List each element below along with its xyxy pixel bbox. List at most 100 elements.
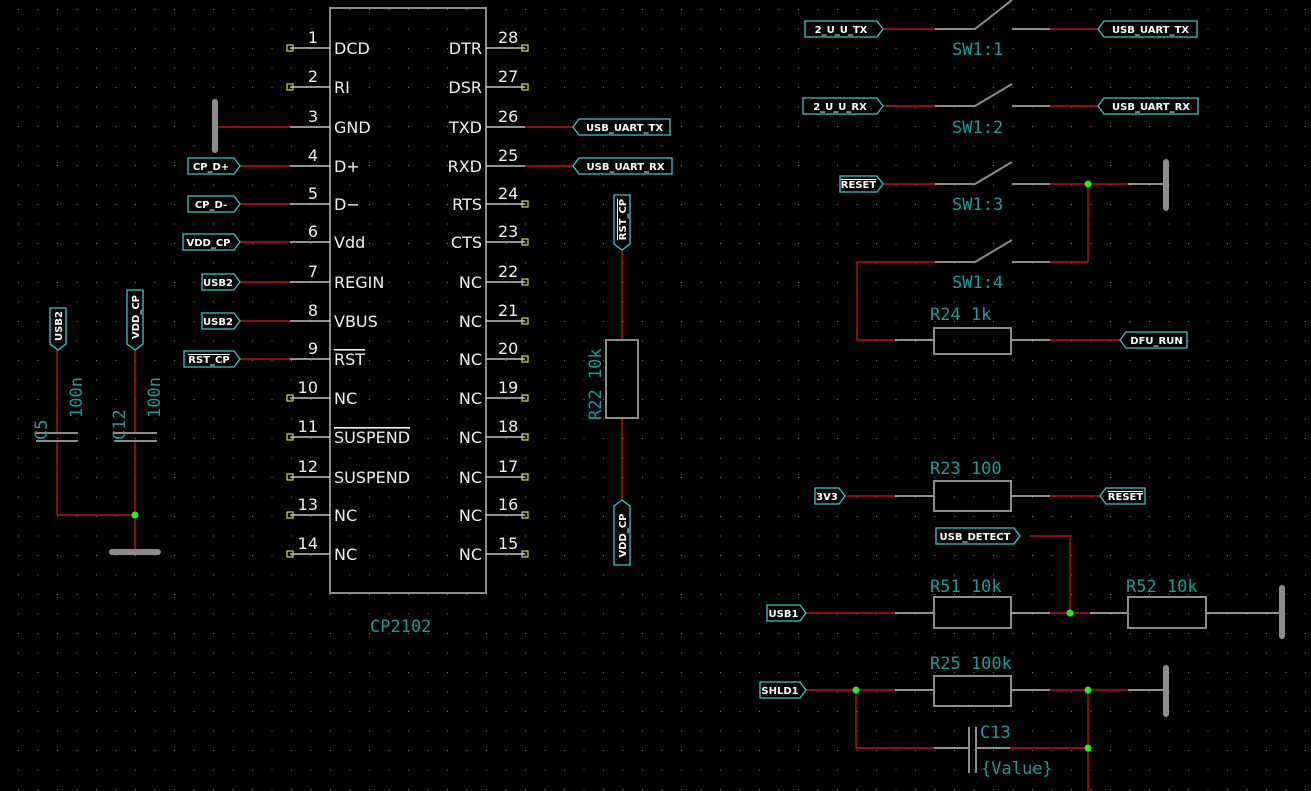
pin-number: 14 — [298, 534, 318, 553]
r51-ref: R51 10k — [930, 577, 1002, 597]
ic-name: CP2102 — [370, 617, 431, 637]
pin-name: D− — [334, 195, 360, 214]
pin-number: 25 — [498, 146, 518, 165]
net-label-text: RST_CP — [188, 355, 229, 366]
net-label-text: USB_UART_TX — [586, 123, 663, 134]
net-label-usb1[interactable]: USB1 — [766, 604, 807, 622]
pin-number: 28 — [498, 28, 518, 47]
pin-name: RST — [334, 350, 365, 369]
net-label-vdd-cp-pin6[interactable]: VDD_CP — [182, 233, 241, 251]
c5-ref: C5 — [32, 420, 52, 440]
pin-name: DCD — [334, 39, 370, 58]
pin-number: 16 — [498, 495, 518, 514]
pin-number: 20 — [498, 339, 518, 358]
r23-ref: R23 100 — [930, 459, 1002, 479]
pin-name: NC — [334, 545, 357, 564]
net-label-text: VDD_CP — [131, 295, 142, 339]
pin-name: NC — [334, 389, 357, 408]
pin-number: 4 — [308, 146, 318, 165]
net-label-usb-uart-rx-pin25[interactable]: USB_UART_RX — [572, 157, 673, 175]
net-label-sw2-in-rx[interactable]: 2_U_U_RX — [802, 97, 884, 115]
pin-number: 6 — [308, 222, 318, 241]
pin-name: REGIN — [334, 273, 384, 292]
pin-name: DSR — [448, 78, 482, 97]
pin-name: NC — [459, 389, 482, 408]
net-label-text: USB2 — [203, 278, 233, 289]
pin-number: 7 — [308, 262, 318, 281]
pin-number: 1 — [308, 28, 318, 47]
sw1-4-ref: SW1:4 — [952, 273, 1003, 293]
net-label-v3v3[interactable]: 3V3 — [814, 487, 846, 505]
pin-name: TXD — [448, 118, 482, 137]
pin-name: GND — [334, 118, 371, 137]
net-label-usb2-pin7[interactable]: USB2 — [201, 273, 241, 291]
net-label-text: USB_DETECT — [940, 532, 1011, 543]
net-label-usb-uart-tx-pin26[interactable]: USB_UART_TX — [572, 118, 671, 136]
net-label-cp-d-minus[interactable]: CP_D- — [187, 195, 241, 213]
pin-name: NC — [459, 545, 482, 564]
net-label-text: 3V3 — [816, 492, 838, 503]
net-label-rst-cp-pin9[interactable]: RST_CP — [183, 350, 241, 368]
pin-number: 22 — [498, 262, 518, 281]
pin-name: Vdd — [334, 233, 365, 252]
c12-ref: C12 — [110, 409, 130, 440]
net-label-text: USB2 — [54, 311, 65, 341]
r25-ref: R25 100k — [930, 654, 1012, 674]
pin-name: RXD — [448, 157, 482, 176]
junction — [1084, 686, 1092, 694]
net-label-usb-detect[interactable]: USB_DETECT — [935, 527, 1021, 545]
net-label-text: DFU_RUN — [1130, 336, 1182, 347]
net-label-text: CP_D- — [195, 200, 227, 211]
net-label-vdd-cp-r22[interactable]: VDD_CP — [613, 499, 631, 566]
pin-name: NC — [459, 312, 482, 331]
net-label-shld1[interactable]: SHLD1 — [759, 681, 807, 699]
c13-value: {Value} — [981, 759, 1053, 779]
net-label-text: SHLD1 — [761, 686, 798, 697]
pin-number: 23 — [498, 222, 518, 241]
pin-number: 11 — [298, 417, 318, 436]
schematic-canvas[interactable]: 1 DCD 2 RI 3 GND 4 D+ 5 D− 6 Vdd 7 REGIN 8 VBUS 9 RST 10 NC… — [0, 0, 1311, 791]
net-label-rst-cp-r22[interactable]: RST_CP — [613, 194, 631, 251]
net-label-text: RESET — [1108, 492, 1144, 503]
pin-number: 13 — [298, 495, 318, 514]
c5-value: 100n — [67, 377, 87, 418]
net-label-cp-d-plus[interactable]: CP_D+ — [187, 157, 241, 175]
pin-name: RTS — [452, 195, 482, 214]
pin-name: NC — [459, 468, 482, 487]
net-label-text: USB_UART_RX — [1112, 102, 1190, 113]
pin-name: NC — [334, 506, 357, 525]
net-label-sw1-in-tx[interactable]: 2_U_U_TX — [804, 20, 884, 38]
net-label-dfu-run[interactable]: DFU_RUN — [1119, 331, 1188, 349]
net-label-text: VDD_CP — [618, 513, 629, 557]
junction — [1066, 609, 1074, 617]
pin-number: 9 — [308, 339, 318, 358]
net-label-vdd-cp-c12[interactable]: VDD_CP — [126, 289, 144, 351]
net-label-sw2-out-rx[interactable]: USB_UART_RX — [1097, 97, 1199, 115]
net-label-usb2-pin8[interactable]: USB2 — [201, 312, 241, 330]
pin-number: 8 — [308, 301, 318, 320]
net-label-text: USB1 — [769, 609, 799, 620]
net-label-reset-sw3[interactable]: RESET — [839, 175, 884, 193]
net-label-sw1-out-tx[interactable]: USB_UART_TX — [1097, 20, 1198, 38]
pin-number: 19 — [498, 378, 518, 397]
r52-ref: R52 10k — [1126, 577, 1198, 597]
net-label-reset-r23[interactable]: RESET — [1099, 487, 1146, 505]
pin-number: 5 — [308, 184, 318, 203]
net-label-text: USB2 — [203, 317, 233, 328]
net-label-text: USB_UART_RX — [587, 162, 665, 173]
pin-number: 12 — [298, 457, 318, 476]
sw1-2-ref: SW1:2 — [952, 118, 1003, 138]
pin-name: DTR — [449, 39, 482, 58]
pin-name: VBUS — [334, 312, 378, 331]
net-label-text: CP_D+ — [193, 162, 229, 173]
r22-ref-value: R22 10k — [586, 348, 606, 420]
pin-number: 26 — [498, 107, 518, 126]
junction — [852, 686, 860, 694]
net-label-usb2-c5[interactable]: USB2 — [49, 307, 67, 351]
pin-name: D+ — [334, 157, 360, 176]
pin-name: RI — [334, 78, 350, 97]
pin-name: SUSPEND — [334, 428, 410, 447]
pin-name: NC — [459, 428, 482, 447]
junction — [1084, 744, 1092, 752]
junction — [1084, 180, 1092, 188]
